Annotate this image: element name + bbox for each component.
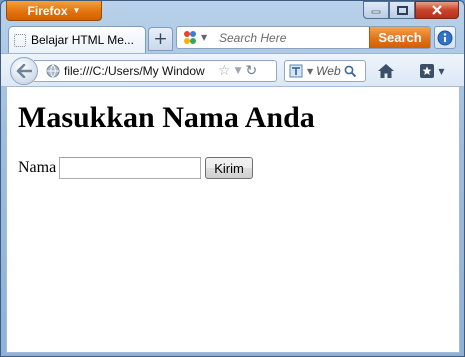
close-icon [432, 5, 442, 15]
page-content: Masukkan Nama Anda Nama Kirim [6, 87, 460, 353]
minimize-icon [371, 10, 381, 14]
bookmarks-menu-icon [420, 64, 435, 78]
tab-active[interactable]: Belajar HTML Me... [8, 26, 146, 53]
address-bar[interactable]: file:///C:/Users/My Window ☆ ▼ ↻ [34, 60, 277, 82]
magnifier-icon[interactable] [344, 65, 357, 78]
page-icon [14, 33, 26, 47]
close-button[interactable] [415, 1, 459, 19]
bookmarks-menu-button[interactable]: ▼ [415, 61, 449, 81]
browser-window: Firefox ▼ Belajar HTML Me... + ▼ Search … [0, 0, 465, 357]
web-search-box[interactable]: ▼ Web [284, 60, 366, 82]
window-controls [363, 1, 459, 19]
page-heading: Masukkan Nama Anda [18, 101, 315, 134]
new-tab-button[interactable]: + [148, 27, 173, 51]
firefox-menu-label: Firefox [27, 3, 68, 18]
home-icon [378, 64, 394, 78]
web-search-label: Web [316, 64, 341, 78]
name-form: Nama Kirim [18, 157, 253, 179]
name-label: Nama [18, 159, 57, 176]
toolbar-search-box: ▼ Search Here Search [176, 26, 431, 49]
back-arrow-icon [16, 64, 32, 78]
toolbar-search-button[interactable]: Search [369, 27, 430, 48]
info-button[interactable] [434, 26, 456, 49]
web-search-icon [289, 64, 303, 78]
globe-icon [46, 64, 60, 78]
reload-icon[interactable]: ↻ [245, 63, 257, 79]
maximize-button[interactable] [389, 1, 415, 19]
firefox-menu-caret-icon: ▼ [72, 6, 81, 15]
name-input[interactable] [59, 157, 202, 179]
firefox-menu-button[interactable]: Firefox ▼ [6, 1, 102, 21]
submit-button[interactable]: Kirim [205, 157, 253, 179]
tab-strip: Belajar HTML Me... + ▼ Search Here Searc… [1, 23, 464, 53]
address-text: file:///C:/Users/My Window [64, 64, 205, 78]
search-engine-selector[interactable]: ▼ [177, 29, 217, 47]
toolbar-search-input[interactable]: Search Here [217, 31, 369, 45]
maximize-icon [396, 5, 408, 15]
new-tab-icon: + [153, 29, 168, 49]
info-icon [437, 30, 453, 45]
back-button[interactable] [10, 57, 38, 85]
tab-title: Belajar HTML Me... [31, 33, 134, 47]
address-dropdown-icon[interactable]: ▼ [235, 66, 242, 76]
search-engine-icon [184, 30, 196, 44]
navigation-toolbar: file:///C:/Users/My Window ☆ ▼ ↻ ▼ Web ▼ [1, 53, 464, 87]
bookmark-star-icon[interactable]: ☆ [218, 64, 231, 78]
minimize-button[interactable] [363, 1, 389, 19]
home-button[interactable] [374, 61, 398, 81]
